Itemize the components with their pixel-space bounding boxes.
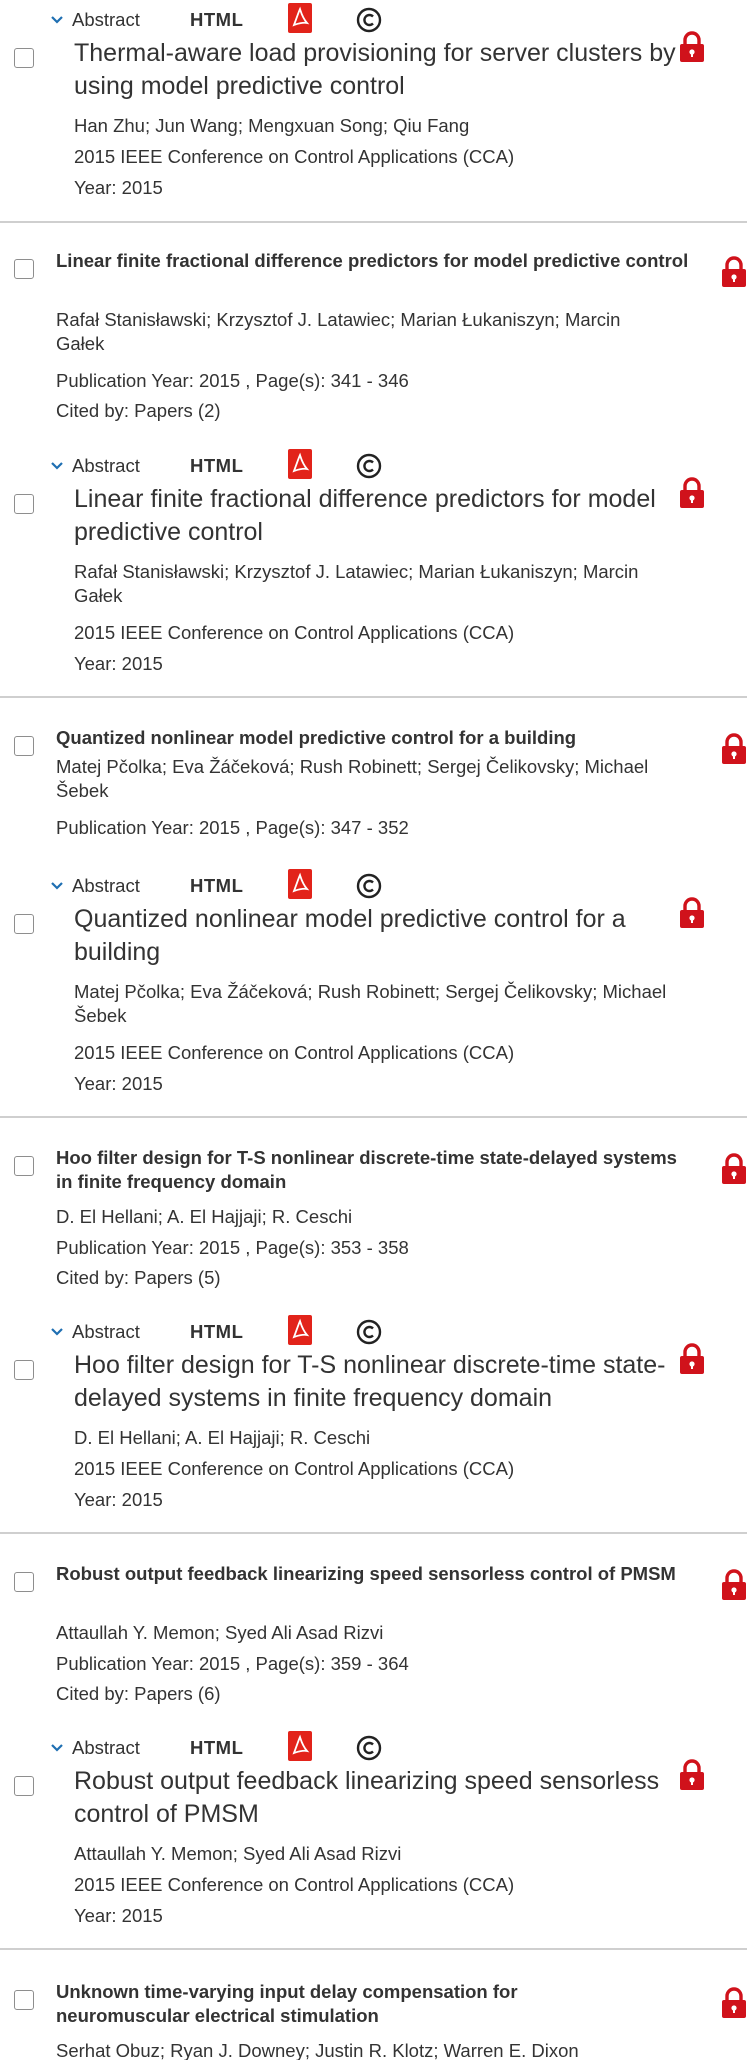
article-year: Year: 2015 [74, 1489, 163, 1510]
divider [0, 221, 747, 223]
publication-info: Publication Year: 2015 , Page(s): 347 - … [56, 817, 409, 838]
article-authors[interactable]: Attaullah Y. Memon; Syed Ali Asad Rizvi [74, 1842, 674, 1866]
copyright-icon[interactable] [356, 873, 382, 899]
chevron-down-icon [51, 462, 63, 470]
article-authors[interactable]: Attaullah Y. Memon; Syed Ali Asad Rizvi [56, 1621, 656, 1645]
article-authors[interactable]: Han Zhu; Jun Wang; Mengxuan Song; Qiu Fa… [74, 114, 674, 138]
chevron-down-icon [51, 16, 63, 24]
article-title[interactable]: Hoo filter design for T-S nonlinear disc… [74, 1349, 680, 1415]
html-link[interactable]: HTML [190, 9, 243, 31]
abstract-toggle[interactable]: Abstract [50, 875, 140, 897]
chevron-down-icon [51, 882, 63, 890]
chevron-down-icon [51, 1328, 63, 1336]
select-checkbox[interactable] [14, 494, 34, 514]
select-checkbox[interactable] [14, 914, 34, 934]
pdf-icon[interactable] [288, 1731, 312, 1761]
article-venue[interactable]: 2015 IEEE Conference on Control Applicat… [74, 1873, 674, 1897]
html-link[interactable]: HTML [190, 455, 243, 477]
cited-by-link[interactable]: Cited by: Papers (2) [56, 399, 656, 423]
article-venue[interactable]: 2015 IEEE Conference on Control Applicat… [74, 1041, 674, 1065]
article-title[interactable]: Robust output feedback linearizing speed… [56, 1562, 696, 1586]
select-checkbox[interactable] [14, 259, 34, 279]
article-title[interactable]: Linear finite fractional difference pred… [74, 483, 680, 549]
abstract-toggle[interactable]: Abstract [50, 1321, 140, 1343]
abstract-label: Abstract [72, 9, 140, 30]
article-authors[interactable]: Matej Pčolka; Eva Žáčeková; Rush Robinet… [74, 980, 674, 1028]
lock-icon [722, 1987, 746, 2018]
lock-icon [680, 477, 704, 508]
divider [0, 1948, 747, 1950]
lock-icon [722, 733, 746, 764]
lock-icon [722, 1569, 746, 1600]
article-title[interactable]: Unknown time-varying input delay compens… [56, 1980, 616, 2028]
article-title[interactable]: Hoo filter design for T-S nonlinear disc… [56, 1146, 696, 1194]
abstract-label: Abstract [72, 1321, 140, 1342]
pdf-icon[interactable] [288, 3, 312, 33]
html-link[interactable]: HTML [190, 1321, 243, 1343]
lock-icon [722, 1153, 746, 1184]
pdf-icon[interactable] [288, 449, 312, 479]
copyright-icon[interactable] [356, 1319, 382, 1345]
article-authors[interactable]: D. El Hellani; A. El Hajjaji; R. Ceschi [56, 1205, 656, 1229]
select-checkbox[interactable] [14, 1360, 34, 1380]
abstract-label: Abstract [72, 455, 140, 476]
pdf-icon[interactable] [288, 869, 312, 899]
article-year: Year: 2015 [74, 1073, 163, 1094]
article-authors[interactable]: Serhat Obuz; Ryan J. Downey; Justin R. K… [56, 2039, 716, 2060]
abstract-toggle[interactable]: Abstract [50, 9, 140, 31]
entry-toolbar: Abstract HTML [50, 449, 410, 483]
lock-icon [680, 31, 704, 62]
html-link[interactable]: HTML [190, 1737, 243, 1759]
abstract-toggle[interactable]: Abstract [50, 1737, 140, 1759]
select-checkbox[interactable] [14, 1572, 34, 1592]
pdf-icon[interactable] [288, 1315, 312, 1345]
select-checkbox[interactable] [14, 736, 34, 756]
abstract-label: Abstract [72, 875, 140, 896]
publication-info: Publication Year: 2015 , Page(s): 359 - … [56, 1653, 409, 1674]
article-authors[interactable]: Rafał Stanisławski; Krzysztof J. Latawie… [56, 308, 656, 356]
abstract-label: Abstract [72, 1737, 140, 1758]
copyright-icon[interactable] [356, 1735, 382, 1761]
article-year: Year: 2015 [74, 1905, 163, 1926]
article-title[interactable]: Robust output feedback linearizing speed… [74, 1765, 680, 1831]
article-year: Year: 2015 [74, 177, 163, 198]
article-title[interactable]: Thermal-aware load provisioning for serv… [74, 37, 680, 103]
select-checkbox[interactable] [14, 48, 34, 68]
article-venue[interactable]: 2015 IEEE Conference on Control Applicat… [74, 621, 674, 645]
article-authors[interactable]: D. El Hellani; A. El Hajjaji; R. Ceschi [74, 1426, 674, 1450]
article-title[interactable]: Linear finite fractional difference pred… [56, 249, 696, 273]
cited-by-link[interactable]: Cited by: Papers (6) [56, 1682, 656, 1706]
publication-info: Publication Year: 2015 , Page(s): 353 - … [56, 1237, 409, 1258]
divider [0, 696, 747, 698]
article-venue[interactable]: 2015 IEEE Conference on Control Applicat… [74, 145, 674, 169]
article-year: Year: 2015 [74, 653, 163, 674]
article-venue[interactable]: 2015 IEEE Conference on Control Applicat… [74, 1457, 674, 1481]
publication-info: Publication Year: 2015 , Page(s): 341 - … [56, 370, 409, 391]
select-checkbox[interactable] [14, 1156, 34, 1176]
select-checkbox[interactable] [14, 1990, 34, 2010]
lock-icon [680, 1759, 704, 1790]
html-link[interactable]: HTML [190, 875, 243, 897]
article-authors[interactable]: Matej Pčolka; Eva Žáčeková; Rush Robinet… [56, 755, 656, 803]
lock-icon [680, 1343, 704, 1374]
chevron-down-icon [51, 1744, 63, 1752]
cited-by-link[interactable]: Cited by: Papers (5) [56, 1266, 656, 1290]
lock-icon [680, 897, 704, 928]
select-checkbox[interactable] [14, 1776, 34, 1796]
entry-toolbar: Abstract HTML [50, 1315, 410, 1349]
copyright-icon[interactable] [356, 453, 382, 479]
entry-toolbar: Abstract HTML [50, 869, 410, 903]
lock-icon [722, 256, 746, 287]
divider [0, 1532, 747, 1534]
article-title[interactable]: Quantized nonlinear model predictive con… [56, 726, 696, 750]
entry-toolbar: Abstract HTML [50, 3, 410, 37]
abstract-toggle[interactable]: Abstract [50, 455, 140, 477]
entry-toolbar: Abstract HTML [50, 1731, 410, 1765]
divider [0, 1116, 747, 1118]
article-title[interactable]: Quantized nonlinear model predictive con… [74, 903, 680, 969]
copyright-icon[interactable] [356, 7, 382, 33]
article-authors[interactable]: Rafał Stanisławski; Krzysztof J. Latawie… [74, 560, 674, 608]
